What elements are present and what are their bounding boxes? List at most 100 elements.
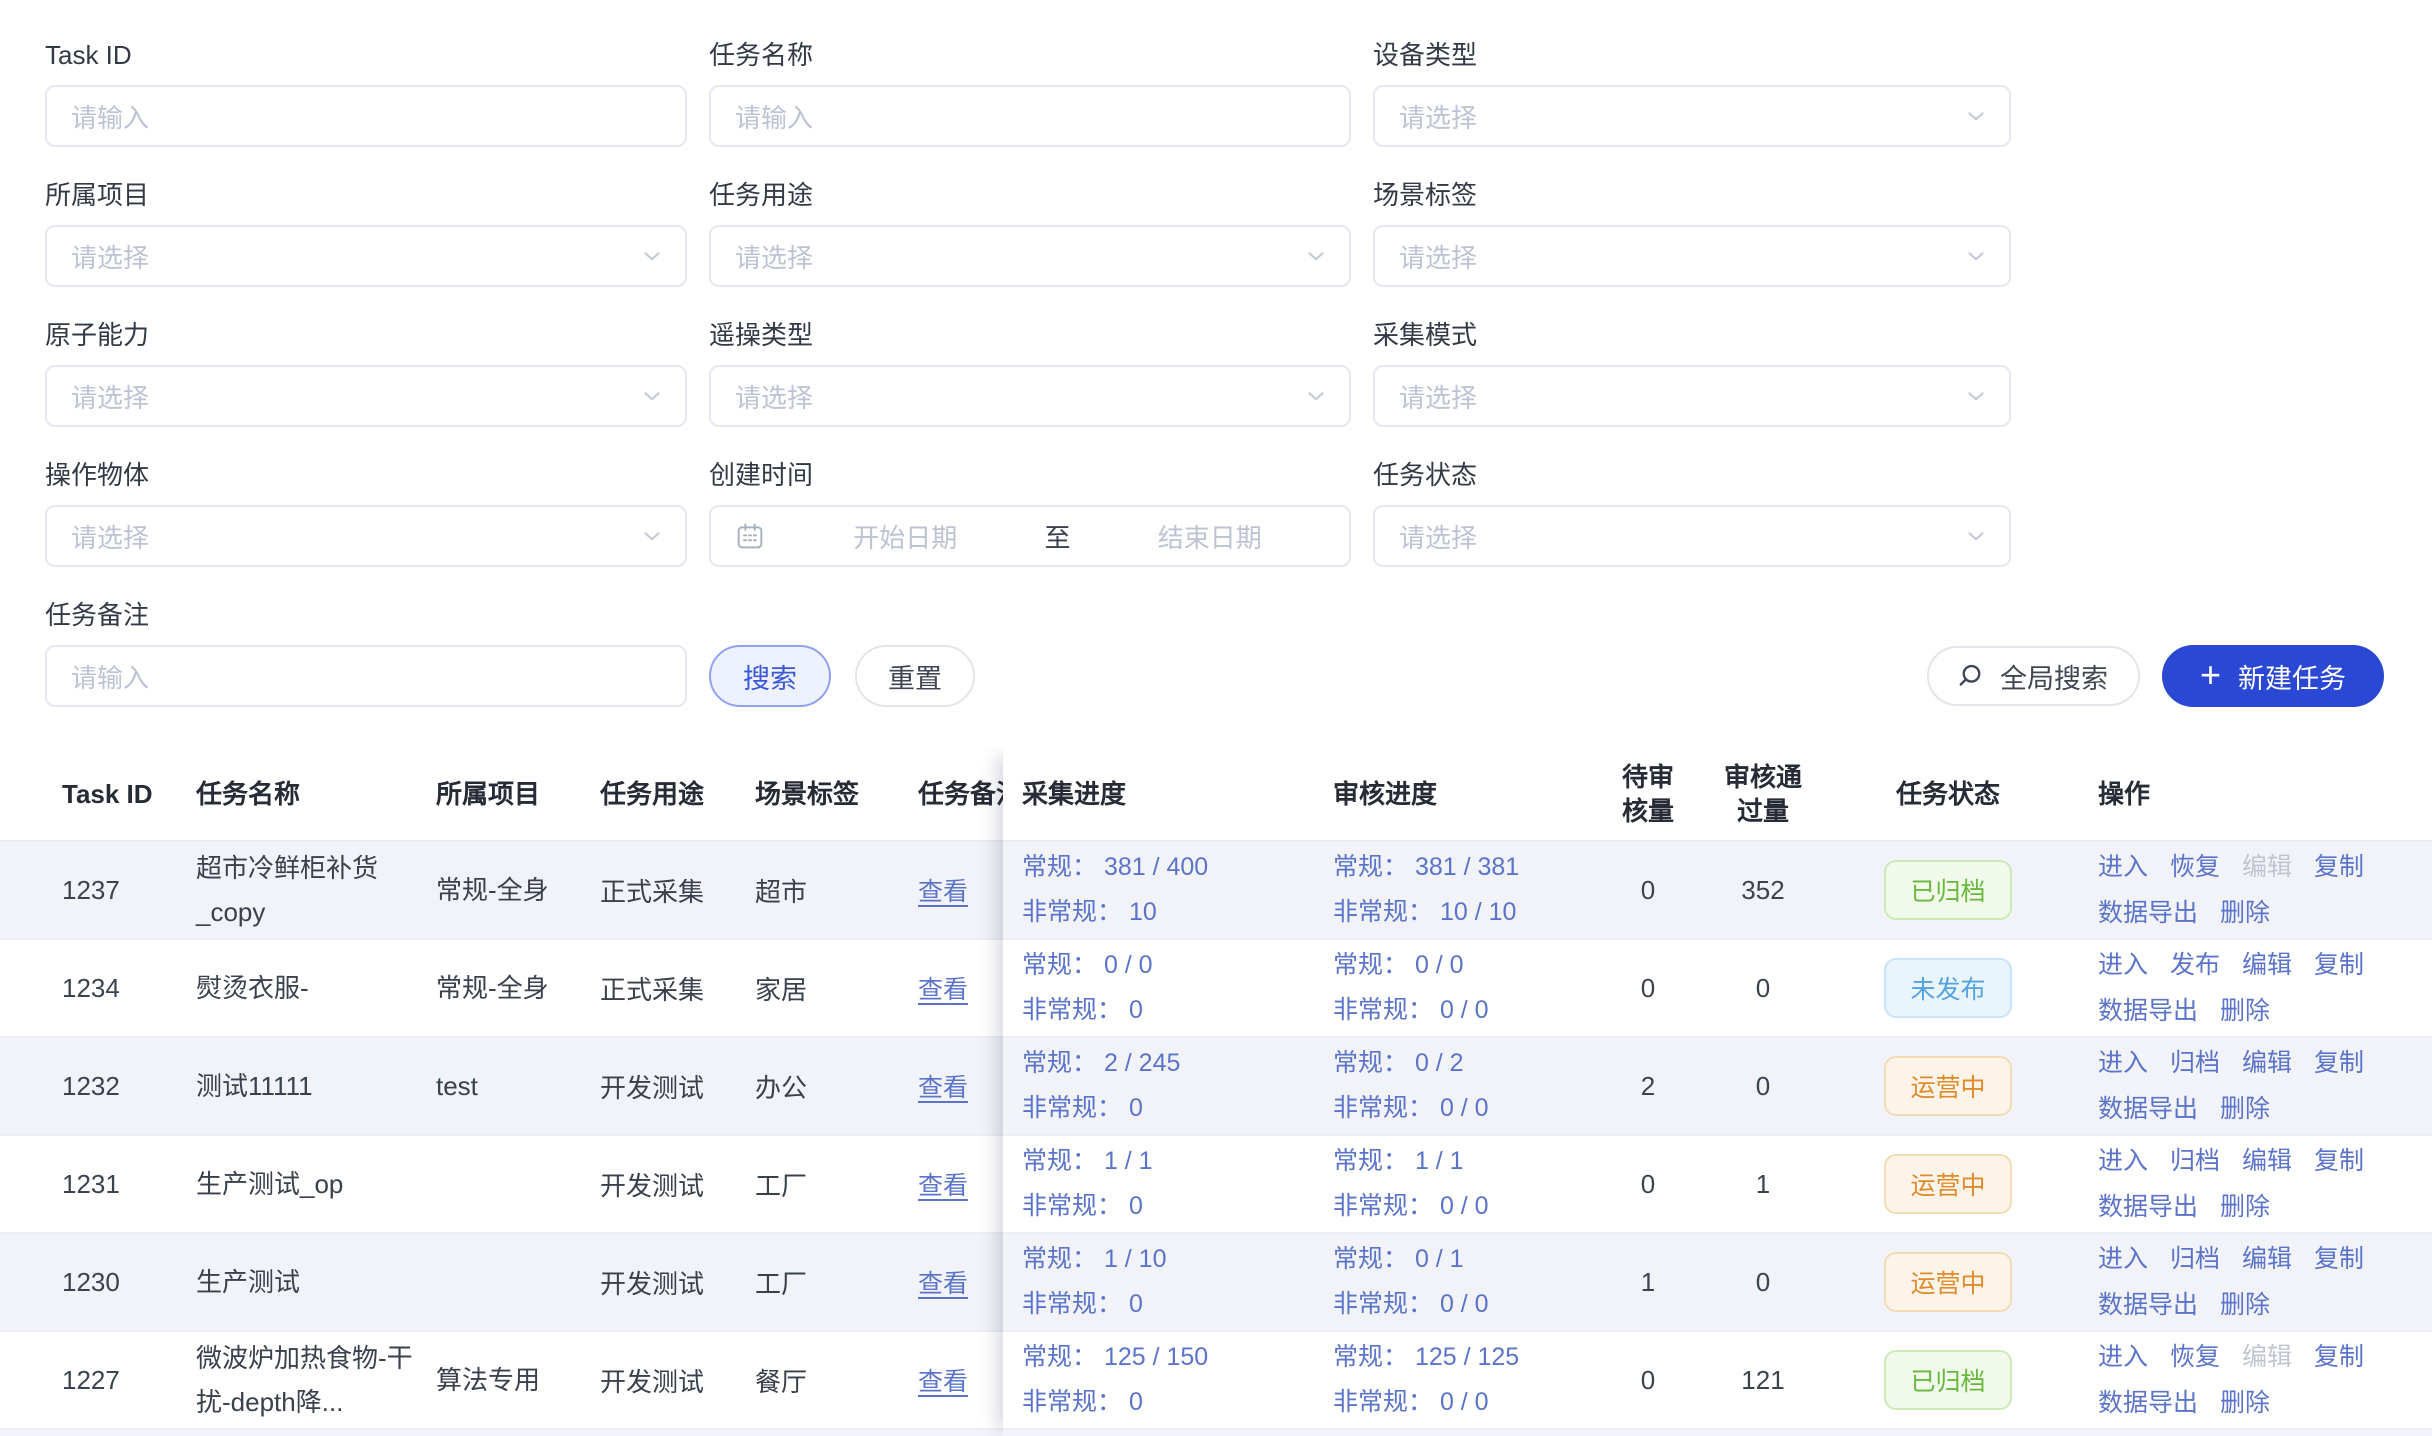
action-link[interactable]: 归档 [2170,1138,2220,1184]
action-link[interactable]: 删除 [2220,1282,2270,1328]
filter-select-scene-tag[interactable]: 请选择 [1373,225,2011,287]
action-link[interactable]: 发布 [2170,942,2220,988]
remark-view-link[interactable]: 查看 [918,1368,968,1396]
reset-button[interactable]: 重置 [855,645,975,707]
column-header: 审核进度 [1308,777,1598,811]
action-link[interactable]: 编辑 [2242,1236,2292,1282]
action-link[interactable]: 恢复 [2170,844,2220,890]
passed-count-cell: 0 [1698,1267,1828,1298]
scene-cell: 办公 [740,1068,903,1105]
pending-count-cell: 0 [1598,1365,1698,1396]
action-link[interactable]: 复制 [2314,1236,2364,1282]
remark-view-link[interactable]: 查看 [918,976,968,1004]
filter-input-task-remark[interactable]: 请输入 [45,645,687,707]
start-date-placeholder: 开始日期 [766,518,1045,555]
action-link[interactable]: 删除 [2220,1086,2270,1132]
filter-select-task-status[interactable]: 请选择 [1373,505,2011,567]
filter-label: 所属项目 [45,180,687,210]
action-link[interactable]: 删除 [2220,1184,2270,1230]
task-name-cell: 熨烫衣服- [186,966,421,1010]
table-header-left: Task ID任务名称所属项目任务用途场景标签任务备注 [0,748,1003,842]
remark-view-link[interactable]: 查看 [918,1270,968,1298]
column-header: 审核通过量 [1698,760,1828,828]
placeholder-text: 请输入 [71,98,149,135]
filter-label: 任务状态 [1373,460,2011,490]
action-link[interactable]: 进入 [2098,942,2148,988]
action-link[interactable]: 数据导出 [2098,1282,2198,1328]
status-badge: 运营中 [1884,1056,2011,1116]
task-id-cell: 1232 [0,1071,186,1102]
action-link[interactable]: 删除 [2220,1380,2270,1426]
purpose-cell: 开发测试 [585,1166,740,1203]
filter-select-device-type[interactable]: 请选择 [1373,85,2011,147]
actions-cell: 进入恢复编辑复制数据导出删除 [2068,1334,2432,1426]
action-link[interactable]: 复制 [2314,844,2364,890]
actions-cell: 进入发布编辑复制数据导出删除 [2068,942,2432,1034]
table-row-left [0,1430,1003,1436]
filter-select-teleop-type[interactable]: 请选择 [709,365,1351,427]
scene-cell: 家居 [740,970,903,1007]
create-task-button[interactable]: + 新建任务 [2162,645,2384,707]
action-link[interactable]: 进入 [2098,1040,2148,1086]
action-link[interactable]: 复制 [2314,1040,2364,1086]
action-link[interactable]: 数据导出 [2098,1086,2198,1132]
chevron-down-icon [1963,523,1989,549]
action-link[interactable]: 归档 [2170,1040,2220,1086]
table-row-left: 1230生产测试开发测试工厂查看 [0,1234,1003,1332]
filter-select-task-purpose[interactable]: 请选择 [709,225,1351,287]
project-cell: test [421,1064,585,1108]
remark-view-link[interactable]: 查看 [918,1074,968,1102]
action-link[interactable]: 归档 [2170,1236,2220,1282]
remark-view-link[interactable]: 查看 [918,1172,968,1200]
filter-select-collect-mode[interactable]: 请选择 [1373,365,2011,427]
remark-cell: 查看 [903,1362,1003,1398]
filter-select-atomic-ability[interactable]: 请选择 [45,365,687,427]
action-link[interactable]: 删除 [2220,890,2270,936]
table-row-left: 1227微波炉加热食物-干扰-depth降...算法专用开发测试餐厅查看 [0,1332,1003,1430]
action-link[interactable]: 删除 [2220,988,2270,1034]
remark-view-link[interactable]: 查看 [918,878,968,906]
action-link[interactable]: 数据导出 [2098,1184,2198,1230]
column-header: 任务状态 [1828,777,2068,811]
action-link[interactable]: 编辑 [2242,1138,2292,1184]
status-badge: 已归档 [1884,860,2011,920]
filter-field-teleop-type: 遥操类型请选择 [709,320,1351,427]
table-row-right: 常规： 0 / 0非常规： 0常规： 0 / 0非常规： 0 / 000未发布进… [1003,940,2432,1038]
actions-cell: 进入恢复编辑复制数据导出删除 [2068,844,2432,936]
action-link[interactable]: 数据导出 [2098,988,2198,1034]
action-link[interactable]: 复制 [2314,1334,2364,1380]
table-row-right: 常规： 381 / 400非常规： 10常规： 381 / 381非常规： 10… [1003,842,2432,940]
action-link[interactable]: 数据导出 [2098,1380,2198,1426]
chevron-down-icon [1303,383,1329,409]
filter-select-operate-object[interactable]: 请选择 [45,505,687,567]
action-link[interactable]: 进入 [2098,1334,2148,1380]
action-link[interactable]: 进入 [2098,844,2148,890]
action-link[interactable]: 进入 [2098,1236,2148,1282]
search-button[interactable]: 搜索 [709,645,831,707]
purpose-cell: 正式采集 [585,872,740,909]
column-header: 操作 [2068,777,2432,811]
review-progress-cell: 常规： 0 / 0非常规： 0 / 0 [1308,943,1598,1033]
action-link[interactable]: 复制 [2314,942,2364,988]
end-date-placeholder: 结束日期 [1071,518,1350,555]
actions-cell: 进入归档编辑复制数据导出删除 [2068,1138,2432,1230]
action-link[interactable]: 数据导出 [2098,890,2198,936]
task-name-cell: 测试11111 [186,1064,421,1108]
action-link[interactable]: 复制 [2314,1138,2364,1184]
filter-field-task-id: Task ID请输入 [45,40,687,147]
action-link[interactable]: 进入 [2098,1138,2148,1184]
action-link[interactable]: 恢复 [2170,1334,2220,1380]
filter-input-task-name[interactable]: 请输入 [709,85,1351,147]
action-link[interactable]: 编辑 [2242,1040,2292,1086]
search-icon [1955,661,1985,691]
filter-input-task-id[interactable]: 请输入 [45,85,687,147]
global-search-button[interactable]: 全局搜索 [1927,646,2140,706]
filter-form: Task ID请输入任务名称请输入设备类型请选择所属项目请选择任务用途请选择场景… [45,40,2011,707]
passed-count-cell: 0 [1698,1071,1828,1102]
task-id-cell: 1234 [0,973,186,1004]
filter-daterange-create-time[interactable]: 开始日期至结束日期 [709,505,1351,567]
filter-label: 创建时间 [709,460,1351,490]
chevron-down-icon [639,523,665,549]
action-link[interactable]: 编辑 [2242,942,2292,988]
filter-select-project[interactable]: 请选择 [45,225,687,287]
